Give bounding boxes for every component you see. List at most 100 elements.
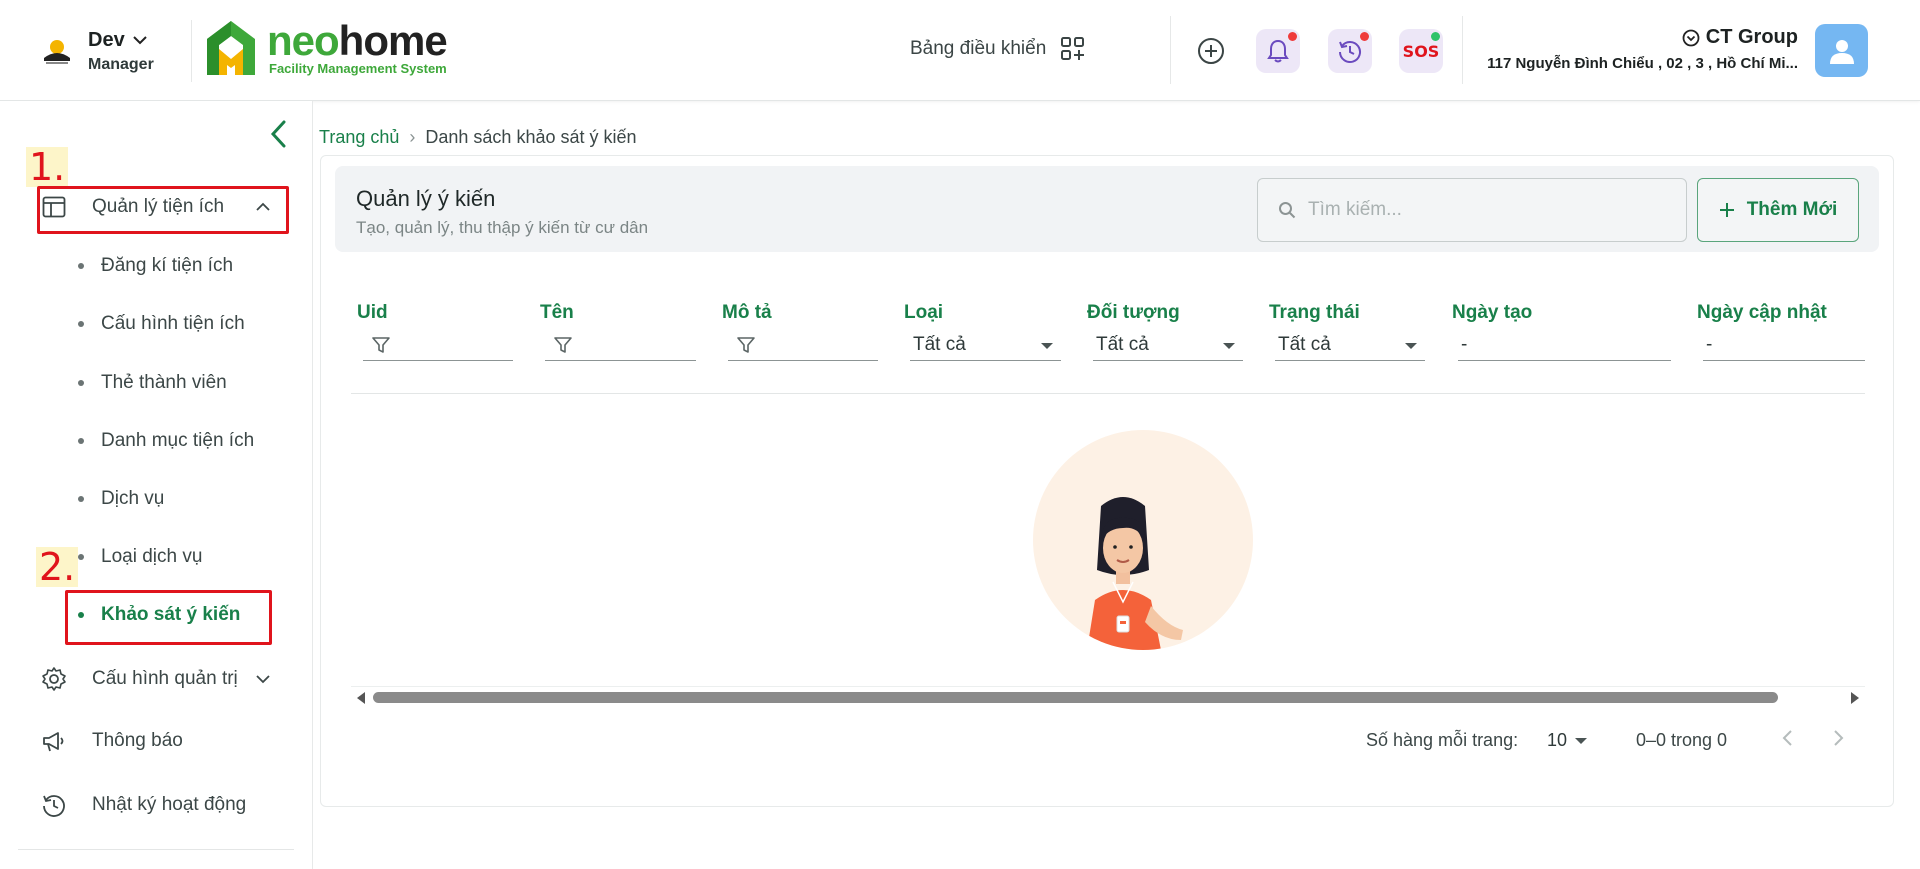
caret-down-icon	[1575, 737, 1588, 744]
annotation-box-1	[37, 186, 289, 234]
bullet	[78, 554, 84, 560]
sidebar-item-utility-catalog[interactable]: Danh mục tiện ích	[78, 430, 254, 452]
column-header-type[interactable]: Loại	[904, 302, 943, 324]
column-header-name[interactable]: Tên	[540, 302, 574, 324]
company-selector[interactable]: CT Group 117 Nguyễn Đình Chiểu , 02 , 3 …	[1487, 26, 1798, 72]
filter-uid[interactable]	[363, 329, 513, 361]
filter-type-value: Tất cả	[913, 333, 966, 355]
prev-page-button[interactable]	[1781, 727, 1795, 754]
caret-down-icon	[1223, 343, 1235, 349]
sidebar-item-activity-log[interactable]: Nhật ký hoạt động	[40, 789, 246, 821]
sidebar-item-service-types[interactable]: Loại dịch vụ	[78, 546, 202, 568]
sidebar-item-label: Loại dịch vụ	[101, 546, 203, 567]
breadcrumb-home[interactable]: Trang chủ	[319, 127, 399, 148]
caret-down-icon	[1041, 343, 1053, 349]
annotation-number-1: 1.	[26, 147, 69, 187]
top-header: Dev Manager neohome Facility Management …	[0, 0, 1920, 101]
online-dot	[1431, 32, 1440, 41]
notification-dot	[1360, 32, 1369, 41]
bullet	[78, 496, 84, 502]
company-name: CT Group	[1705, 26, 1798, 48]
sidebar-item-label: Cấu hình tiện ích	[101, 313, 245, 334]
column-header-status[interactable]: Trạng thái	[1269, 302, 1360, 324]
neohome-logo-icon	[207, 21, 255, 75]
page-title: Quản lý ý kiến	[356, 186, 496, 211]
megaphone-icon	[40, 727, 68, 755]
column-header-uid[interactable]: Uid	[357, 302, 388, 324]
pagination-range: 0–0 trong 0	[1636, 730, 1728, 750]
gear-icon	[40, 665, 68, 693]
bullet	[78, 438, 84, 444]
sidebar-item-utility-registration[interactable]: Đăng kí tiện ích	[78, 255, 233, 277]
history-icon[interactable]	[1328, 29, 1372, 73]
bullet	[78, 263, 84, 269]
sidebar-item-services[interactable]: Dịch vụ	[78, 488, 164, 510]
horizontal-scrollbar[interactable]	[351, 686, 1865, 708]
add-new-button[interactable]: Thêm Mới	[1697, 178, 1859, 242]
add-circle-icon[interactable]	[1189, 29, 1233, 73]
rows-per-page-select[interactable]: 10	[1547, 730, 1588, 751]
brand-logo[interactable]: neohome Facility Management System	[205, 18, 448, 78]
grid-add-icon	[1061, 37, 1085, 60]
filter-name[interactable]	[545, 329, 696, 361]
user-name: Dev	[88, 28, 125, 51]
filter-status-select[interactable]: Tất cả	[1275, 329, 1425, 361]
filter-icon	[737, 336, 755, 353]
column-header-created[interactable]: Ngày tạo	[1452, 302, 1532, 324]
dashboard-label: Bảng điều khiển	[910, 38, 1047, 59]
sidebar-item-utility-config[interactable]: Cấu hình tiện ích	[78, 313, 245, 335]
filter-description[interactable]	[728, 329, 878, 361]
caret-down-icon	[1405, 343, 1417, 349]
search-box[interactable]	[1257, 178, 1687, 242]
filter-updated-value: -	[1706, 333, 1713, 355]
bell-icon[interactable]	[1256, 29, 1300, 73]
chevron-left-icon	[1782, 730, 1792, 746]
column-header-updated[interactable]: Ngày cập nhật	[1697, 302, 1827, 324]
sidebar-item-notifications-label: Thông báo	[92, 730, 183, 751]
column-header-target[interactable]: Đối tượng	[1087, 302, 1180, 324]
filter-target-value: Tất cả	[1096, 333, 1149, 355]
divider	[1462, 16, 1463, 84]
scroll-left-icon[interactable]	[357, 692, 365, 704]
filter-created-date[interactable]: -	[1458, 329, 1671, 361]
company-logo-icon	[40, 34, 74, 68]
chevron-down-icon	[132, 36, 147, 45]
filter-target-select[interactable]: Tất cả	[1093, 329, 1243, 361]
chevron-circle-down-icon	[1682, 29, 1700, 46]
annotation-number-2: 2.	[36, 547, 79, 587]
next-page-button[interactable]	[1831, 727, 1845, 754]
column-header-description[interactable]: Mô tả	[722, 302, 772, 324]
brand-subtitle: Facility Management System	[269, 60, 447, 76]
plus-icon	[1719, 203, 1734, 217]
chevron-right-icon	[1834, 730, 1844, 746]
breadcrumb-current: Danh sách khảo sát ý kiến	[425, 127, 637, 147]
search-input[interactable]	[1308, 199, 1668, 221]
search-icon	[1279, 202, 1296, 219]
breadcrumb: Trang chủ › Danh sách khảo sát ý kiến	[319, 127, 637, 148]
sidebar-item-activity-log-label: Nhật ký hoạt động	[92, 794, 247, 815]
scroll-right-icon[interactable]	[1851, 692, 1859, 704]
bullet	[78, 321, 84, 327]
filter-icon	[554, 336, 572, 353]
sos-icon[interactable]: SOS	[1399, 29, 1443, 73]
add-new-label: Thêm Mới	[1746, 199, 1838, 220]
main-card: Quản lý ý kiến Tạo, quản lý, thu thập ý …	[320, 155, 1894, 807]
sidebar-item-notifications[interactable]: Thông báo	[40, 725, 183, 757]
user-role: Manager	[88, 55, 154, 73]
bullet	[78, 380, 84, 386]
user-switcher[interactable]: Dev Manager	[40, 24, 190, 78]
sidebar-divider	[18, 849, 294, 850]
avatar[interactable]	[1815, 24, 1868, 77]
user-icon	[1829, 39, 1854, 64]
filter-icon	[372, 336, 390, 353]
rows-per-page-value: 10	[1547, 730, 1568, 750]
sidebar-group-admin-config[interactable]: Cấu hình quản trị	[40, 663, 270, 695]
sidebar-group-admin-label: Cấu hình quản trị	[92, 668, 238, 689]
sidebar-item-member-card[interactable]: Thẻ thành viên	[78, 372, 227, 394]
rows-per-page-label: Số hàng mỗi trang:	[1366, 730, 1519, 750]
filter-updated-date[interactable]: -	[1703, 329, 1865, 361]
collapse-sidebar-button[interactable]	[268, 119, 290, 154]
dashboard-link[interactable]: Bảng điều khiển	[910, 36, 1086, 62]
filter-type-select[interactable]: Tất cả	[910, 329, 1061, 361]
scrollbar-thumb[interactable]	[373, 692, 1778, 703]
